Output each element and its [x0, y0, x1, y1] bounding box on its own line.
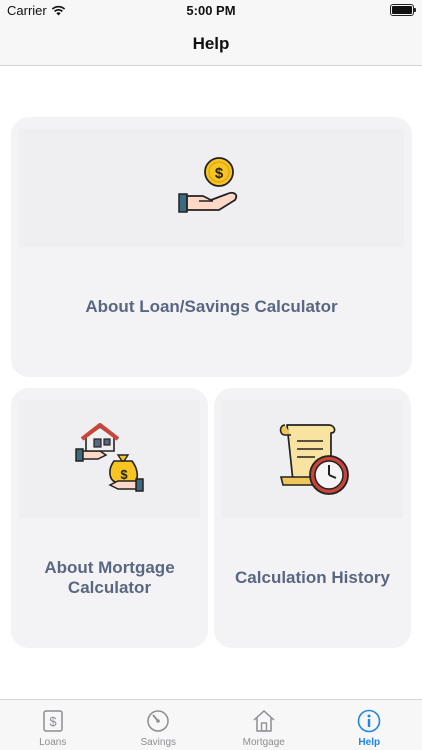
gauge-icon — [147, 710, 169, 732]
battery-icon — [390, 4, 416, 16]
house-money-exchange-icon: $ — [74, 423, 144, 492]
tab-label: Savings — [140, 737, 177, 748]
card-label: About Mortgage Calculator — [44, 558, 175, 597]
navigation-bar: Help — [0, 22, 422, 66]
calculation-history-card[interactable]: Calculation History — [214, 388, 411, 648]
card-label: About Loan/Savings Calculator — [85, 297, 338, 316]
tab-loans[interactable]: $ Loans — [0, 700, 106, 750]
tab-bar: $ Loans Savings Mortgage Help — [0, 699, 422, 750]
about-mortgage-card[interactable]: $ About Mortgage Calculator — [11, 388, 208, 648]
status-time: 5:00 PM — [186, 3, 236, 18]
hand-coin-icon: $ — [177, 157, 237, 213]
card-illustration — [222, 400, 403, 518]
card-illustration: $ — [19, 129, 404, 247]
tab-help[interactable]: Help — [317, 700, 422, 750]
page-title: Help — [192, 34, 230, 53]
svg-text:$: $ — [49, 714, 57, 729]
svg-text:$: $ — [120, 467, 128, 482]
tab-label: Loans — [39, 737, 67, 748]
card-illustration: $ — [19, 400, 200, 518]
scroll-clock-icon — [279, 424, 349, 495]
svg-text:$: $ — [214, 165, 223, 182]
card-label: Calculation History — [235, 568, 390, 587]
about-loan-savings-card[interactable]: $ About Loan/Savings Calculator — [11, 117, 412, 377]
tab-savings[interactable]: Savings — [106, 700, 212, 750]
info-icon — [357, 709, 381, 733]
tab-mortgage[interactable]: Mortgage — [211, 700, 317, 750]
status-bar: Carrier 5:00 PM — [0, 0, 422, 22]
dollar-icon: $ — [43, 710, 63, 732]
tab-label: Mortgage — [242, 737, 285, 748]
house-icon — [253, 709, 275, 732]
tab-label: Help — [358, 737, 381, 748]
